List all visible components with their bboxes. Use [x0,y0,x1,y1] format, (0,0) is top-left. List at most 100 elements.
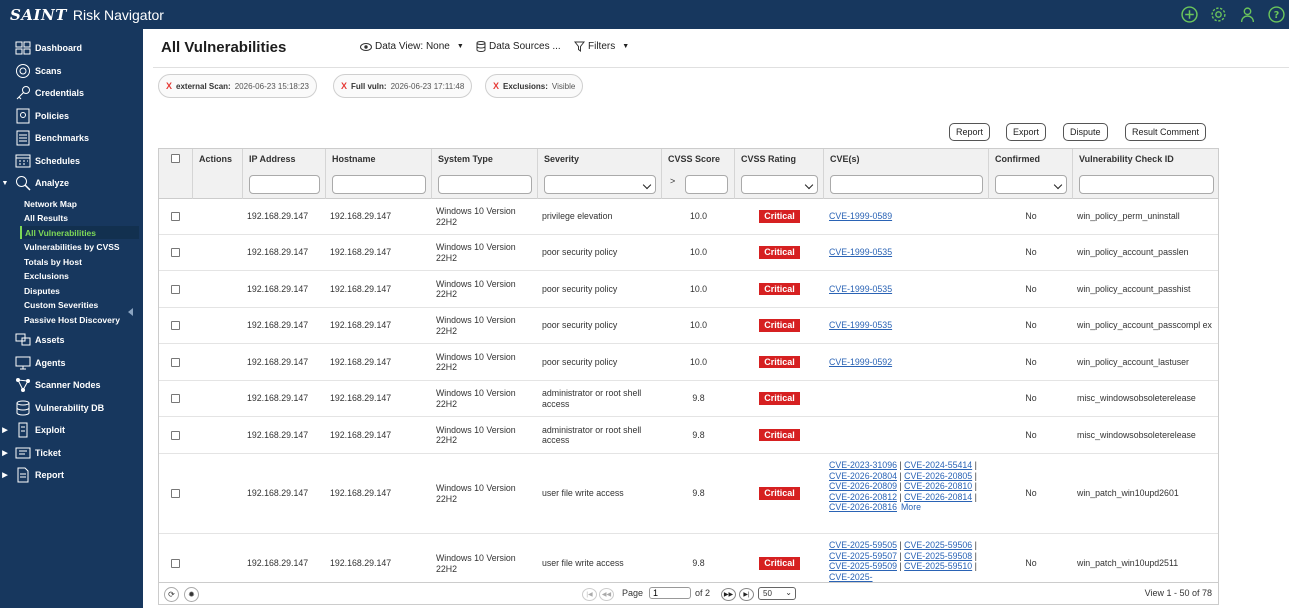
first-page-icon[interactable]: |◀ [582,588,597,601]
page-number-input[interactable] [649,587,691,599]
result-comment-button[interactable]: Result Comment [1125,123,1207,141]
table-row[interactable]: 192.168.29.147 192.168.29.147 Windows 10 V… [159,344,1218,381]
cve-filter-input[interactable] [830,175,983,194]
data-sources-dropdown[interactable]: Data Sources ... [476,41,561,52]
sidebar-item-scans[interactable]: Scans [0,61,143,81]
header-cvss-score[interactable]: CVSS Score > [662,149,735,199]
hostname-filter-input[interactable] [332,175,426,194]
table-row[interactable]: 192.168.29.147 192.168.29.147 Windows 10 V… [159,454,1218,534]
cve-link[interactable]: CVE-2025-59510 [904,561,972,571]
header-confirmed[interactable]: Confirmed [989,149,1073,199]
sidebar-sub-all-vulnerabilities[interactable]: All Vulnerabilities [20,226,139,239]
cve-link[interactable]: CVE-2025-59508 [904,551,972,561]
sidebar-item-schedules[interactable]: Schedules [0,151,143,171]
cve-link[interactable]: CVE-1999-0589 [829,211,892,222]
row-checkbox[interactable] [171,489,180,498]
sidebar-sub-custom-severities[interactable]: Custom Severities [20,298,139,311]
header-system-type[interactable]: System Type [432,149,538,199]
header-check-id[interactable]: Vulnerability Check ID [1073,149,1218,199]
app-logo[interactable]: SAINT Risk Navigator [0,6,164,24]
cve-link[interactable]: CVE-2026-20814 [904,492,972,502]
prev-page-icon[interactable]: ◀◀ [599,588,614,601]
sidebar-item-scanner-nodes[interactable]: Scanner Nodes [0,375,143,395]
table-row[interactable]: 192.168.29.147 192.168.29.147 Windows 10 V… [159,308,1218,344]
help-icon[interactable]: ? [1267,5,1285,23]
sidebar-item-report[interactable]: ▶ Report [0,465,143,485]
row-checkbox[interactable] [171,430,180,440]
cve-link[interactable]: CVE-2026-20804 [829,471,897,481]
severity-filter-select[interactable] [544,175,656,194]
sidebar-item-policies[interactable]: Policies [0,106,143,126]
cve-link[interactable]: CVE-2024-55414 [904,460,972,470]
header-ip-address[interactable]: IP Address [243,149,326,199]
cve-link[interactable]: CVE-2023-31096 [829,460,897,470]
sidebar-sub-all-results[interactable]: All Results [20,211,139,224]
next-page-icon[interactable]: ▶▶ [721,588,736,601]
user-icon[interactable] [1238,5,1256,23]
sidebar-sub-disputes[interactable]: Disputes [20,284,139,297]
cvss-rating-filter-select[interactable] [741,175,818,194]
cve-link[interactable]: CVE-2025-59506 [904,540,972,550]
sidebar-item-credentials[interactable]: Credentials [0,83,143,103]
cve-link[interactable]: CVE-2025-59507 [829,551,897,561]
cve-link[interactable]: CVE-1999-0535 [829,247,892,258]
last-page-icon[interactable]: ▶| [739,588,754,601]
select-all-checkbox[interactable] [171,154,180,163]
sidebar-item-analyze[interactable]: ▼ Analyze [0,173,143,193]
table-row[interactable]: 192.168.29.147 192.168.29.147 Windows 10 V… [159,199,1218,235]
sidebar-item-exploit[interactable]: ▶ Exploit [0,420,143,440]
sidebar-item-vulnerability-db[interactable]: Vulnerability DB [0,398,143,418]
sidebar-sub-exclusions[interactable]: Exclusions [20,269,139,282]
settings-icon[interactable]: ✹ [184,587,199,602]
export-button[interactable]: Export [1006,123,1047,141]
row-checkbox[interactable] [171,394,180,403]
row-checkbox[interactable] [171,559,180,568]
sidebar-item-agents[interactable]: Agents [0,353,143,373]
sidebar-sub-network-map[interactable]: Network Map [20,197,139,210]
table-row[interactable]: 192.168.29.147 192.168.29.147 Windows 10 V… [159,534,1218,582]
table-row[interactable]: 192.168.29.147 192.168.29.147 Windows 10 V… [159,271,1218,308]
add-icon[interactable] [1180,5,1198,23]
cve-link[interactable]: CVE-1999-0535 [829,284,892,295]
header-severity[interactable]: Severity [538,149,662,199]
sidebar-sub-vulnerabilities-by-cvss[interactable]: Vulnerabilities by CVSS [20,240,139,253]
header-cves[interactable]: CVE(s) [824,149,989,199]
cve-link[interactable]: CVE-2025- [829,572,873,582]
system-type-filter-input[interactable] [438,175,532,194]
page-size-select[interactable]: 50 ⌄ [758,587,796,600]
data-view-dropdown[interactable]: Data View: None ▼ [360,41,464,52]
cve-link[interactable]: CVE-2026-20805 [904,471,972,481]
remove-chip-icon[interactable]: X [166,81,172,91]
table-row[interactable]: 192.168.29.147 192.168.29.147 Windows 10 V… [159,381,1218,417]
cve-link[interactable]: CVE-1999-0535 [829,320,892,331]
row-checkbox[interactable] [171,212,180,221]
refresh-icon[interactable]: ⟳ [164,587,179,602]
cve-link[interactable]: CVE-2026-20810 [904,481,972,491]
cve-link[interactable]: CVE-2026-20812 [829,492,897,502]
sidebar-item-dashboard[interactable]: Dashboard [0,38,143,58]
row-checkbox[interactable] [171,248,180,257]
sidebar-sub-totals-by-host[interactable]: Totals by Host [20,255,139,268]
row-checkbox[interactable] [171,357,180,367]
sidebar-item-assets[interactable]: Assets [0,330,143,350]
cve-link[interactable]: CVE-2025-59509 [829,561,897,571]
sidebar-item-benchmarks[interactable]: Benchmarks [0,128,143,148]
remove-chip-icon[interactable]: X [341,81,347,91]
row-checkbox[interactable] [171,284,180,294]
table-row[interactable]: 192.168.29.147 192.168.29.147 Windows 10 V… [159,235,1218,271]
header-cvss-rating[interactable]: CVSS Rating [735,149,824,199]
cve-link[interactable]: CVE-2026-20809 [829,481,897,491]
remove-chip-icon[interactable]: X [493,81,499,91]
confirmed-filter-select[interactable] [995,175,1067,194]
cve-link[interactable]: CVE-2026-20816 [829,502,897,512]
report-button[interactable]: Report [949,123,991,141]
sidebar-item-ticket[interactable]: ▶ Ticket [0,443,143,463]
header-hostname[interactable]: Hostname [326,149,432,199]
more-cves-link[interactable]: More [901,502,921,512]
check-id-filter-input[interactable] [1079,175,1214,194]
table-row[interactable]: 192.168.29.147 192.168.29.147 Windows 10 V… [159,417,1218,454]
row-checkbox[interactable] [171,321,180,330]
dispute-button[interactable]: Dispute [1063,123,1108,141]
ip-filter-input[interactable] [249,175,320,194]
cve-link[interactable]: CVE-1999-0592 [829,357,892,368]
